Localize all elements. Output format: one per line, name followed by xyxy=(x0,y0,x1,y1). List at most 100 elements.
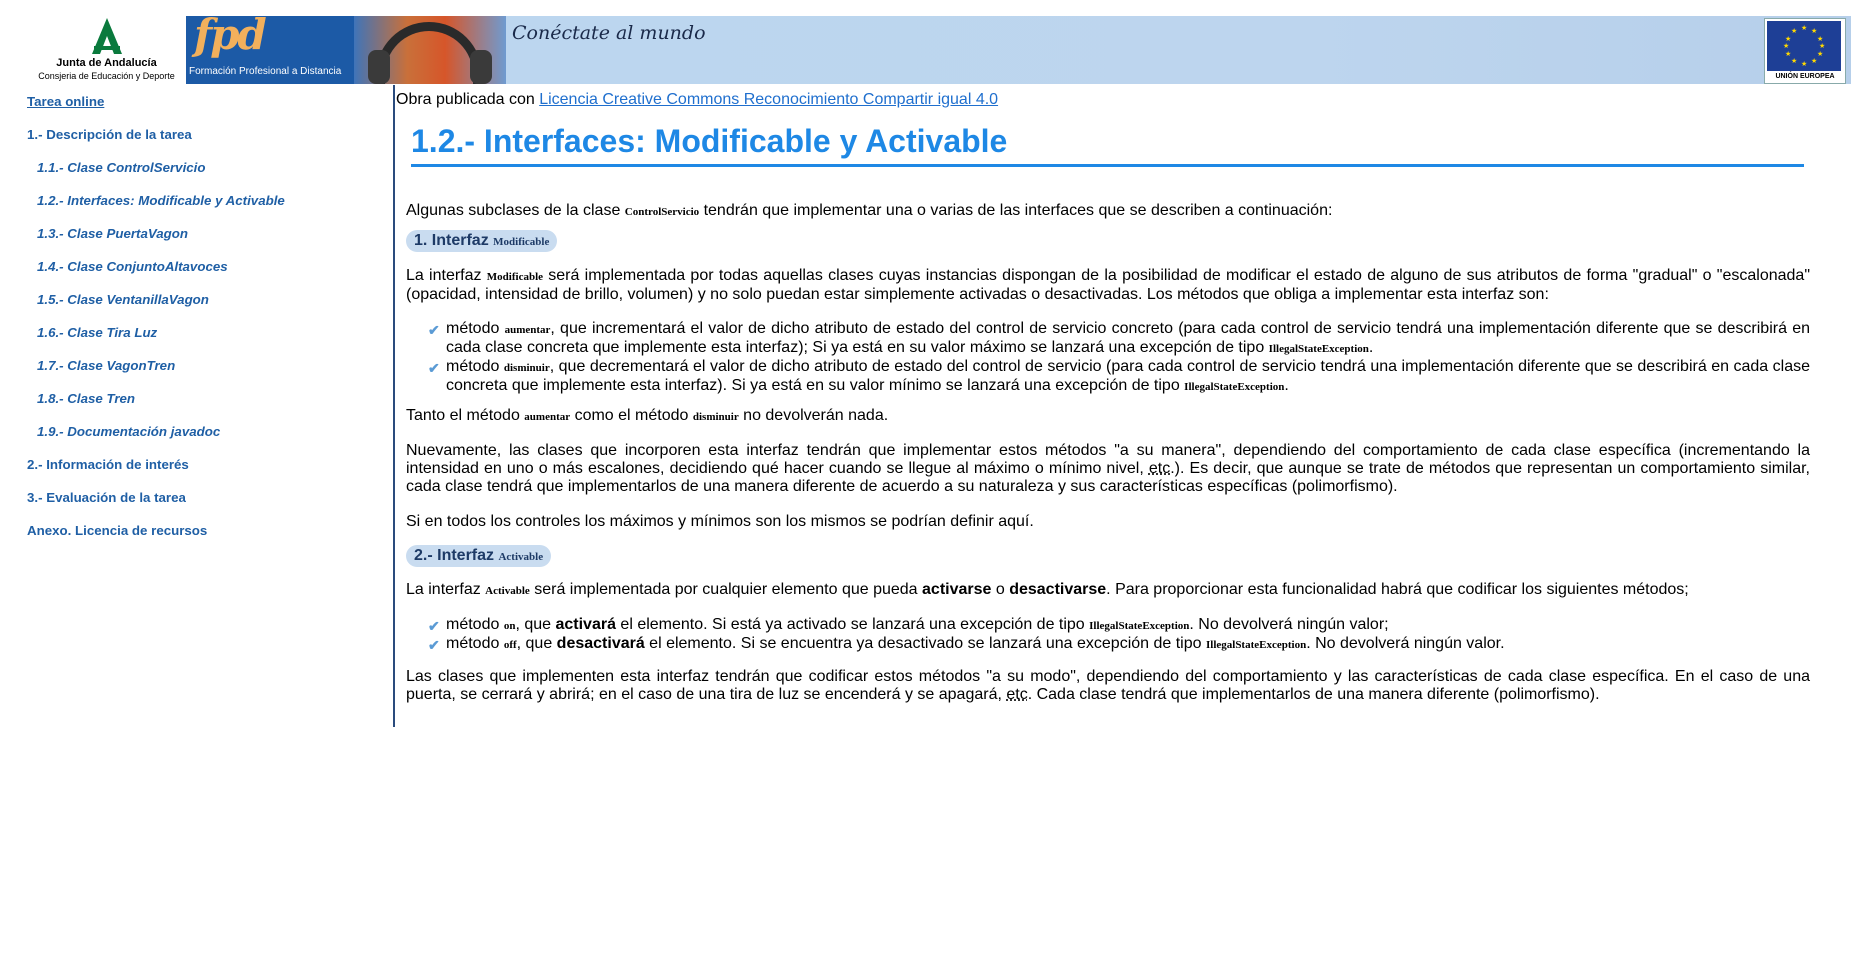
act-p1-code: Activable xyxy=(485,585,530,597)
item-code: IllegalStateException xyxy=(1184,381,1285,393)
site-header: Junta de Andalucía Consjeria de Educació… xyxy=(27,16,1851,84)
item-text: , que xyxy=(515,616,556,633)
sidebar-item-anexo[interactable]: Anexo. Licencia de recursos xyxy=(27,514,387,547)
sidebar-item-tiraluz[interactable]: 1.6.- Clase Tira Luz xyxy=(27,316,387,349)
check-icon: ✔ xyxy=(428,360,440,376)
list-item: ✔ método aumentar, que incrementará el v… xyxy=(406,320,1810,358)
sidebar-item-tarea-online[interactable]: Tarea online xyxy=(27,85,387,118)
activable-polymorphism-paragraph: Las clases que implementen esta interfaz… xyxy=(406,668,1810,704)
mod-p2-c: no devolverán nada. xyxy=(738,407,889,424)
section-heading-activable: 2.- Interfaz Activable xyxy=(406,545,552,567)
item-text: . xyxy=(1368,339,1374,356)
check-icon: ✔ xyxy=(428,637,440,653)
check-icon: ✔ xyxy=(428,618,440,634)
etc-abbr: etc xyxy=(1148,460,1171,477)
mod-p2-code2: disminuir xyxy=(692,411,739,423)
banner-slogan: Conéctate al mundo xyxy=(512,22,706,44)
intro-paragraph: Algunas subclases de la clase ControlSer… xyxy=(406,202,1810,221)
section2-heading-text: 2.- Interfaz xyxy=(414,547,499,564)
eu-caption: UNIÓN EUROPEA xyxy=(1775,73,1835,80)
item-bold: activará xyxy=(555,616,616,633)
header-banner: Conéctate al mundo ★ ★ ★ ★ ★ ★ ★ ★ ★ ★ ★ ★ UNI… xyxy=(506,16,1851,84)
item-text: método xyxy=(446,358,504,375)
headphones-image xyxy=(354,16,506,84)
item-code: IllegalStateException xyxy=(1268,343,1369,355)
act-p1-b: será implementada por cualquier elemento… xyxy=(529,581,923,598)
item-code: disminuir xyxy=(503,362,550,374)
item-text: , que xyxy=(516,635,557,652)
sidebar-item-evaluacion[interactable]: 3.- Evaluación de la tarea xyxy=(27,481,387,514)
intro-text-b: tendrán que implementar una o varias de … xyxy=(699,202,1333,219)
left-earcup xyxy=(368,50,390,84)
mod-p1-code: Modificable xyxy=(486,271,544,283)
modificable-methods-list: ✔ método aumentar, que incrementará el v… xyxy=(406,320,1810,396)
junta-andalucia-logo: Junta de Andalucía Consjeria de Educació… xyxy=(27,16,186,84)
section1-heading-code: Modificable xyxy=(493,236,550,248)
modificable-limits-paragraph: Si en todos los controles los máximos y … xyxy=(406,513,1034,530)
sidebar-item-tren[interactable]: 1.8.- Clase Tren xyxy=(27,382,387,415)
etc-abbr: etc xyxy=(1006,686,1028,703)
intro-text-a: Algunas subclases de la clase xyxy=(406,202,625,219)
sidebar-item-interfaces[interactable]: 1.2.- Interfaces: Modificable y Activabl… xyxy=(27,184,387,217)
item-code: aumentar xyxy=(504,324,551,336)
item-text: . xyxy=(1284,377,1289,394)
fpd-caption: Formación Profesional a Distancia xyxy=(189,66,342,77)
sidebar-item-javadoc[interactable]: 1.9.- Documentación javadoc xyxy=(27,415,387,448)
list-item: ✔ método disminuir, que decrementará el … xyxy=(406,358,1810,396)
item-text: método xyxy=(446,320,505,337)
modificable-paragraph: La interfaz Modificable será implementad… xyxy=(406,267,1810,304)
sidebar-item-informacion[interactable]: 2.- Información de interés xyxy=(27,448,387,481)
item-text: . No devolverá ningún valor; xyxy=(1189,616,1389,633)
sidebar-item-puertavagon[interactable]: 1.3.- Clase PuertaVagon xyxy=(27,217,387,250)
fpd-logo: fpd Formación Profesional a Distancia xyxy=(186,16,354,84)
item-code: on xyxy=(503,620,516,632)
item-bold: desactivará xyxy=(556,635,645,652)
act-p1-a: La interfaz xyxy=(406,581,486,598)
item-text: , que incrementará el valor de dicho atr… xyxy=(446,320,1810,356)
sidebar-item-controlservicio[interactable]: 1.1.- Clase ControlServicio xyxy=(27,151,387,184)
item-code: off xyxy=(503,639,517,651)
licence-prefix: Obra publicada con xyxy=(396,91,540,108)
item-text: el elemento. Si se encuentra ya desactiv… xyxy=(644,635,1206,652)
item-text: , que decrementará el valor de dicho atr… xyxy=(446,358,1811,394)
activable-methods-list: ✔ método on, que activará el elemento. S… xyxy=(406,616,1810,654)
headphones-icon xyxy=(376,22,482,84)
sidebar-item-descripcion[interactable]: 1.- Descripción de la tarea xyxy=(27,118,387,151)
mod-p1-a: La interfaz xyxy=(406,267,487,284)
item-text: el elemento. Si está ya activado se lanz… xyxy=(615,616,1090,633)
item-code: IllegalStateException xyxy=(1089,620,1190,632)
mod-p2-code: aumentar xyxy=(524,411,571,423)
check-icon: ✔ xyxy=(428,322,440,338)
mod-p2-b: como el método xyxy=(570,407,693,424)
section2-heading-code: Activable xyxy=(498,551,544,563)
act-p1-d: . Para proporcionar esta funcionalidad h… xyxy=(1106,581,1689,598)
activable-paragraph: La interfaz Activable será implementada … xyxy=(406,581,1810,600)
page-title: 1.2.- Interfaces: Modificable y Activabl… xyxy=(411,123,1804,167)
act-p1-bold1: activarse xyxy=(922,581,992,598)
eu-flag-icon: ★ ★ ★ ★ ★ ★ ★ ★ ★ ★ ★ ★ xyxy=(1767,21,1841,71)
modificable-return-paragraph: Tanto el método aumentar como el método … xyxy=(406,407,1810,426)
item-text: método xyxy=(446,616,504,633)
act-p2-b: . Cada clase tendrá que implementarlos d… xyxy=(1027,686,1600,703)
mod-p2-a: Tanto el método xyxy=(406,407,525,424)
junta-department: Consjeria de Educación y Deporte xyxy=(38,71,175,81)
item-text: método xyxy=(446,635,504,652)
junta-logo-icon xyxy=(92,18,122,54)
section-heading-modificable: 1. Interfaz Modificable xyxy=(406,230,558,252)
list-item: ✔ método on, que activará el elemento. S… xyxy=(406,616,1810,635)
sidebar-item-conjuntoaltavoces[interactable]: 1.4.- Clase ConjuntoAltavoces xyxy=(27,250,387,283)
act-p1-c: o xyxy=(991,581,1010,598)
junta-name: Junta de Andalucía xyxy=(56,57,157,69)
act-p1-bold2: desactivarse xyxy=(1009,581,1107,598)
sidebar-item-vagontren[interactable]: 1.7.- Clase VagonTren xyxy=(27,349,387,382)
sidebar-item-ventanillavagon[interactable]: 1.5.- Clase VentanillaVagon xyxy=(27,283,387,316)
item-code: IllegalStateException xyxy=(1205,639,1307,651)
licence-line: Obra publicada con Licencia Creative Com… xyxy=(396,91,998,109)
mod-p1-b: será implementada por todas aquellas cla… xyxy=(406,267,1811,303)
modificable-polymorphism-paragraph: Nuevamente, las clases que incorporen es… xyxy=(406,442,1810,496)
right-earcup xyxy=(470,50,492,84)
sidebar-nav: Tarea online 1.- Descripción de la tarea… xyxy=(27,85,387,547)
section1-heading-text: 1. Interfaz xyxy=(414,232,494,249)
list-item: ✔ método off, que desactivará el element… xyxy=(406,635,1810,654)
licence-link[interactable]: Licencia Creative Commons Reconocimiento… xyxy=(539,91,998,108)
